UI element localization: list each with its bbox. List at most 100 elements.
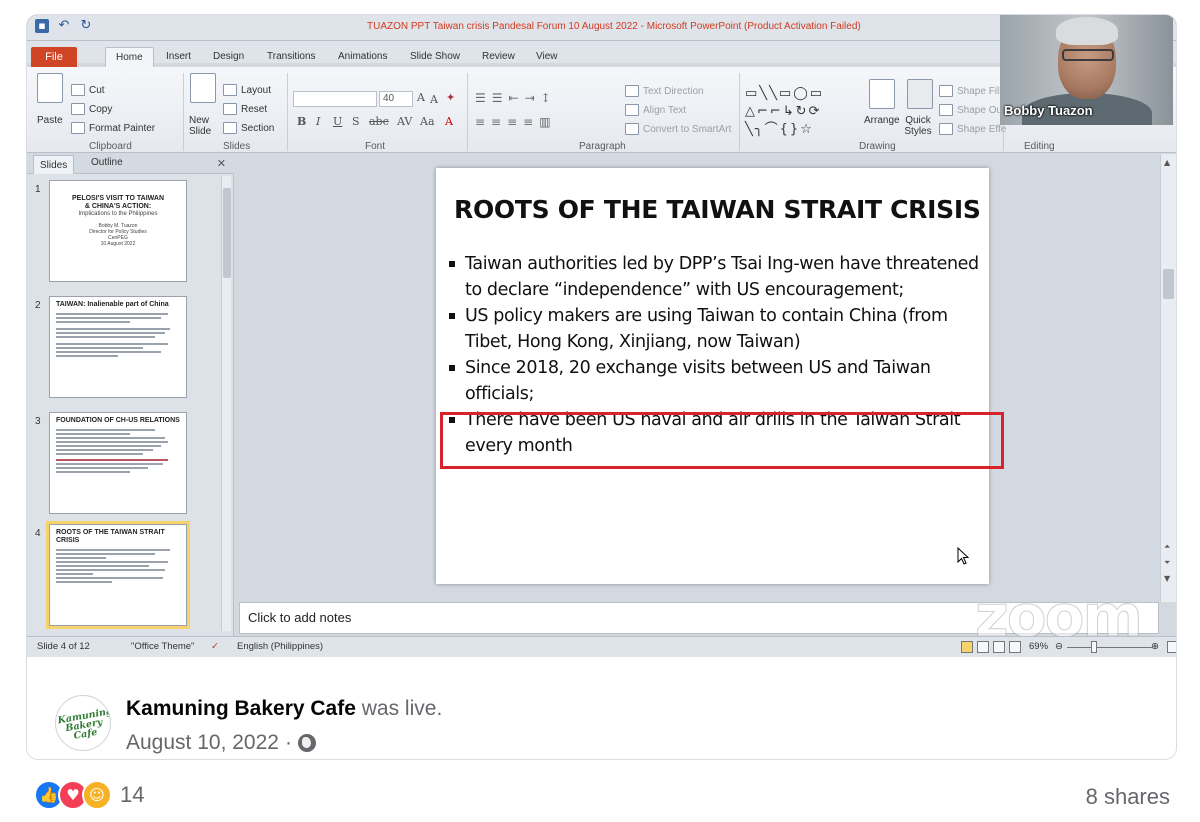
normal-view-icon[interactable] [961, 641, 973, 653]
arrange-button[interactable]: Arrange [864, 115, 900, 126]
quick-access-toolbar: ▪ ↶ ↻ [35, 19, 93, 33]
thumb-text-lines [56, 313, 180, 357]
pane-tab-outline[interactable]: Outline [91, 157, 123, 168]
paste-icon[interactable] [37, 73, 63, 103]
new-slide-button[interactable]: New Slide [189, 115, 219, 137]
redo-icon[interactable]: ↻ [79, 19, 93, 33]
new-slide-icon[interactable] [190, 73, 216, 103]
save-icon[interactable]: ▪ [35, 19, 49, 33]
slide-thumbnail-4[interactable]: ROOTS OF THE TAIWAN STRAIT CRISIS [46, 521, 190, 629]
shape-fill-button[interactable]: Shape Fill [939, 85, 1001, 97]
tab-review[interactable]: Review [482, 51, 515, 62]
font-color-icon[interactable]: A [445, 115, 453, 128]
tab-home[interactable]: Home [105, 47, 154, 67]
reset-label: Reset [241, 103, 268, 115]
zoom-in-icon[interactable]: ⊕ [1151, 641, 1159, 652]
tab-design[interactable]: Design [213, 51, 244, 62]
convert-smartart-button[interactable]: Convert to SmartArt [625, 123, 731, 135]
shadow-icon[interactable]: S [352, 115, 360, 128]
current-slide[interactable]: ROOTS OF THE TAIWAN STRAIT CRISIS Taiwan… [436, 168, 1004, 584]
thumb-text-lines [56, 429, 180, 473]
spellcheck-icon[interactable]: ✓ [211, 641, 219, 652]
post-author-line: Kamuning Bakery Cafe was live. [126, 697, 442, 721]
copy-button[interactable]: Copy [71, 103, 112, 115]
quick-styles-button[interactable]: Quick Styles [903, 115, 933, 137]
cut-button[interactable]: Cut [71, 84, 105, 96]
slide-title[interactable]: ROOTS OF THE TAIWAN STRAIT CRISIS [454, 195, 981, 224]
reading-view-icon[interactable] [993, 641, 1005, 653]
change-case-icon[interactable]: Aa [420, 115, 435, 128]
slide-thumbnail-3[interactable]: FOUNDATION OF CH-US RELATIONS [49, 412, 187, 514]
reset-button[interactable]: Reset [223, 103, 267, 115]
page-avatar[interactable]: Kamuning Bakery Cafe [55, 695, 111, 751]
tab-insert[interactable]: Insert [166, 51, 191, 62]
clear-format-icon[interactable]: ✦ [446, 91, 455, 104]
zoom-slider-handle[interactable] [1091, 641, 1097, 653]
layout-button[interactable]: Layout [223, 84, 271, 96]
italic-icon[interactable]: I [316, 115, 320, 128]
reactions-summary[interactable]: 👍 ♥ ☺ 14 [34, 780, 144, 810]
status-language[interactable]: English (Philippines) [237, 641, 323, 652]
close-icon[interactable]: ✕ [217, 157, 226, 170]
strikethrough-icon[interactable]: abc [369, 115, 389, 128]
shapes-gallery[interactable]: ▭╲╲▭◯▭ △⌐⌐↳↻⟳ ╲╮⌒{}☆ [745, 85, 857, 139]
format-painter-label: Format Painter [89, 122, 156, 134]
shares-count[interactable]: 8 shares [1086, 784, 1170, 810]
smartart-label: Convert to SmartArt [643, 123, 732, 135]
tab-view[interactable]: View [536, 51, 558, 62]
zoom-level[interactable]: 69% [1029, 641, 1048, 652]
zoom-slider[interactable] [1067, 647, 1152, 648]
live-video-frame[interactable]: ▪ ↶ ↻ TUAZON PPT Taiwan crisis Pandesal … [27, 15, 1176, 657]
font-name-combo[interactable] [293, 91, 377, 107]
undo-icon[interactable]: ↶ [57, 19, 71, 33]
align-buttons-icon[interactable]: ≡≡≡≡▥ [475, 115, 557, 129]
bullet-list[interactable]: Taiwan authorities led by DPP’s Tsai Ing… [440, 252, 1004, 469]
thumbnails-scrollbar[interactable] [221, 176, 231, 631]
list-buttons-icon[interactable]: ☰☰⇤⇥↕ [475, 91, 557, 105]
slideshow-view-icon[interactable] [1009, 641, 1021, 653]
section-button[interactable]: Section [223, 122, 274, 134]
shape-effects-button[interactable]: Shape Effe [939, 123, 1006, 135]
brush-icon [71, 122, 85, 134]
bold-icon[interactable]: B [297, 115, 306, 128]
tab-slide-show[interactable]: Slide Show [410, 51, 460, 62]
shape-fill-label: Shape Fill [957, 85, 1002, 97]
prev-slide-icon[interactable]: ⏶ [1164, 542, 1170, 552]
copy-label: Copy [89, 103, 113, 115]
fit-to-window-icon[interactable] [1167, 641, 1176, 653]
paste-button[interactable]: Paste [37, 115, 63, 126]
scroll-thumb[interactable] [1163, 269, 1174, 299]
align-text-button[interactable]: Align Text [625, 104, 686, 116]
slide-thumbnail-2[interactable]: TAIWAN: Inalienable part of China [49, 296, 187, 398]
layout-icon [223, 84, 237, 96]
arrange-icon[interactable] [869, 79, 895, 109]
shape-outline-button[interactable]: Shape Out [939, 104, 1005, 116]
slide-thumbnail-1[interactable]: PELOSI'S VISIT TO TAIWAN & CHINA'S ACTIO… [49, 180, 187, 282]
slide-scrollbar[interactable]: ▲ ⏶ ⏷ ▼ [1160, 154, 1176, 602]
post-date[interactable]: August 10, 2022 [126, 731, 279, 755]
quick-styles-icon[interactable] [907, 79, 933, 109]
shrink-font-icon[interactable]: A [430, 93, 438, 106]
scroll-thumb[interactable] [223, 188, 231, 278]
post-action: was live. [361, 697, 443, 720]
format-painter-button[interactable]: Format Painter [71, 122, 155, 134]
tab-transitions[interactable]: Transitions [267, 51, 316, 62]
grow-font-icon[interactable]: A [417, 91, 425, 104]
tab-animations[interactable]: Animations [338, 51, 387, 62]
slide-sorter-icon[interactable] [977, 641, 989, 653]
text-direction-button[interactable]: Text Direction [625, 85, 704, 97]
font-size-combo[interactable]: 40 [379, 91, 413, 107]
pane-tab-slides[interactable]: Slides [33, 155, 75, 174]
next-slide-icon[interactable]: ⏷ [1164, 558, 1170, 568]
underline-icon[interactable]: U [333, 115, 342, 128]
zoom-out-icon[interactable]: ⊖ [1055, 641, 1063, 652]
globe-icon [297, 734, 316, 752]
page-name-link[interactable]: Kamuning Bakery Cafe [126, 697, 356, 720]
status-theme[interactable]: "Office Theme" [131, 641, 194, 652]
section-label: Section [241, 122, 275, 134]
thumb-title: ROOTS OF THE TAIWAN STRAIT CRISIS [56, 529, 165, 544]
scroll-up-icon[interactable]: ▲ [1164, 158, 1170, 167]
tab-file[interactable]: File [31, 47, 77, 67]
scroll-down-icon[interactable]: ▼ [1164, 574, 1170, 583]
char-spacing-icon[interactable]: AV [397, 115, 412, 128]
